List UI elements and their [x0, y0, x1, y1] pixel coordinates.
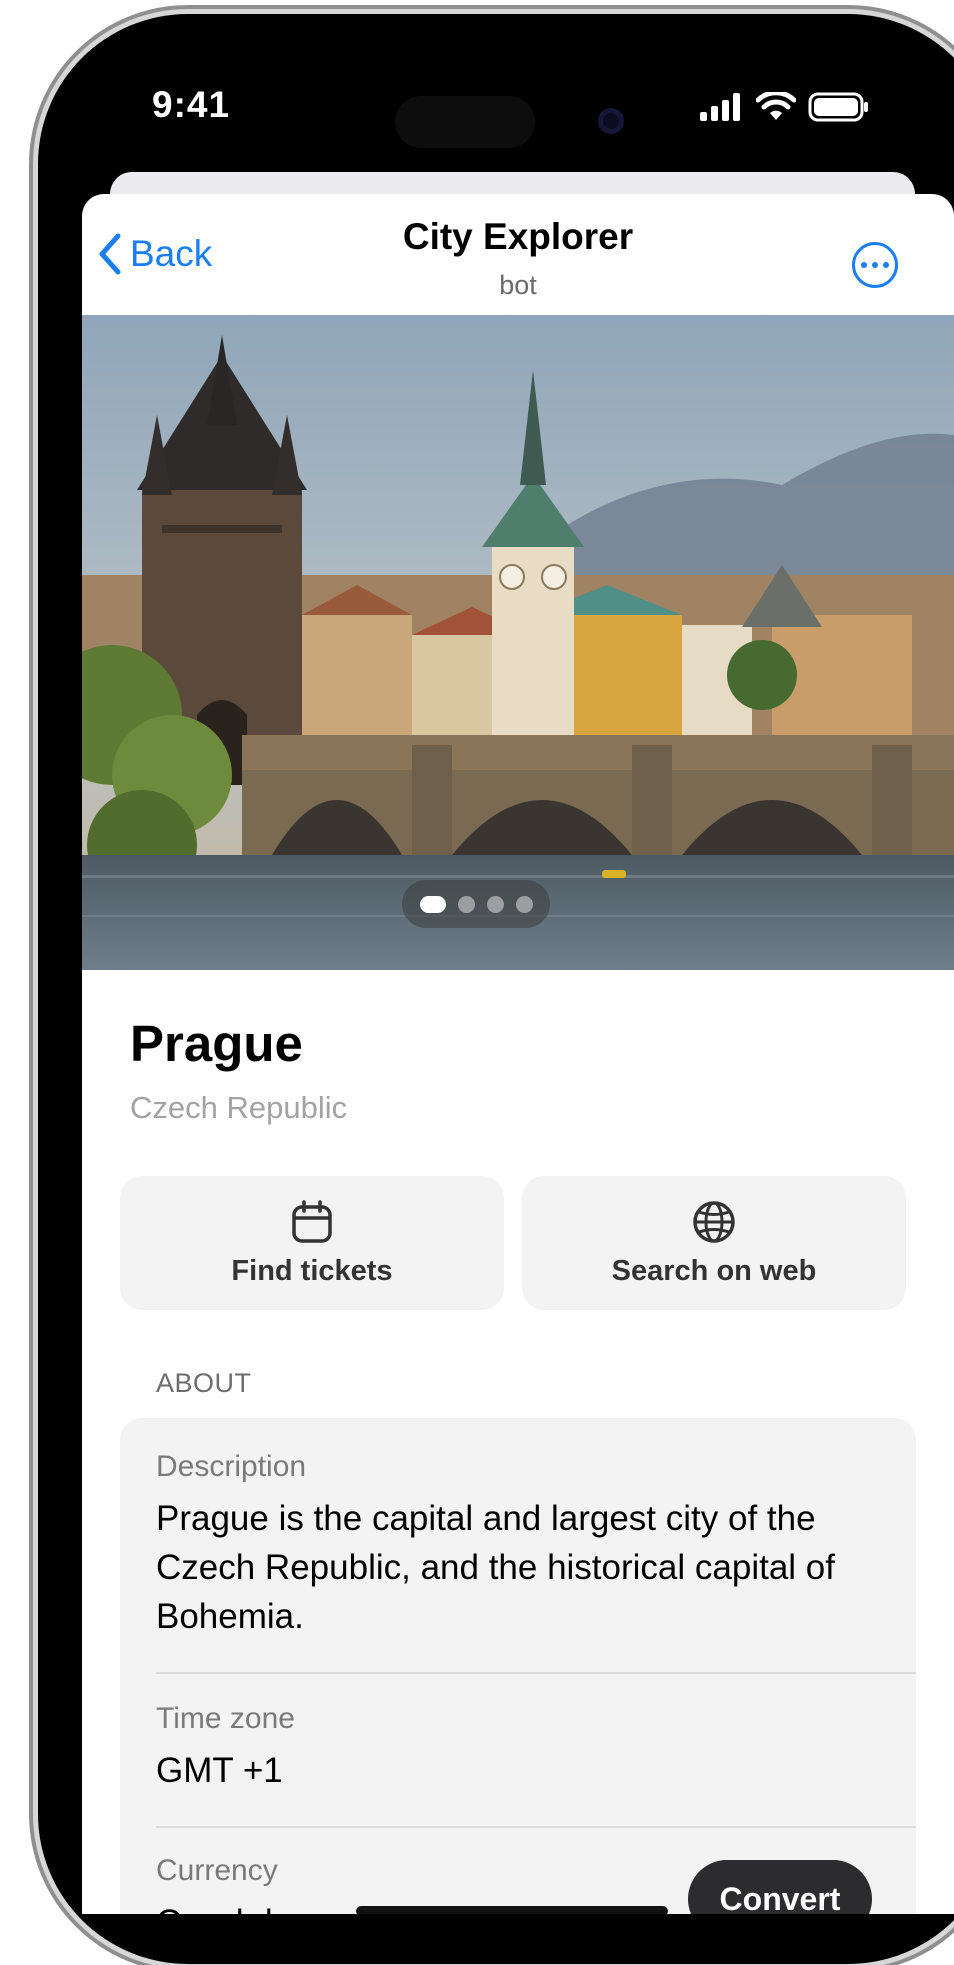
ellipsis-dot — [883, 262, 889, 268]
convert-button[interactable]: Convert — [688, 1860, 872, 1914]
timezone-row: Time zone GMT +1 — [156, 1702, 916, 1795]
navigation-bar: Back City Explorer bot — [82, 194, 954, 314]
volume-up-button — [30, 530, 38, 680]
description-label: Description — [156, 1450, 307, 1483]
globe-icon — [693, 1200, 735, 1243]
more-button[interactable] — [852, 242, 898, 288]
search-on-web-label: Search on web — [611, 1254, 817, 1287]
calendar-icon — [292, 1199, 332, 1243]
city-name: Prague — [130, 1015, 303, 1072]
battery-icon — [808, 92, 868, 122]
status-icons — [700, 92, 870, 122]
timezone-label: Time zone — [156, 1702, 295, 1735]
about-card: Description Prague is the capital and la… — [120, 1418, 916, 1914]
signal-icon — [700, 93, 740, 121]
pager-dot[interactable] — [515, 895, 533, 913]
status-time: 9:41 — [152, 84, 231, 125]
pager-dot[interactable] — [457, 895, 475, 913]
ellipsis-dot — [861, 262, 867, 268]
hero-photo — [82, 315, 954, 970]
divider — [156, 1672, 916, 1674]
country-name: Czech Republic — [130, 1090, 348, 1125]
search-on-web-button[interactable]: Search on web — [522, 1176, 906, 1310]
pager-dot[interactable] — [486, 895, 504, 913]
about-section-header: ABOUT — [156, 1368, 252, 1398]
page-title: City Explorer — [402, 216, 634, 257]
description-value: Prague is the capital and largest city o… — [156, 1499, 835, 1636]
find-tickets-button[interactable]: Find tickets — [120, 1176, 504, 1310]
page-subtitle: bot — [499, 270, 537, 300]
timezone-value: GMT +1 — [156, 1751, 283, 1790]
ellipsis-dot — [872, 262, 878, 268]
carousel-pager — [402, 880, 550, 928]
volume-down-button — [30, 720, 38, 870]
wifi-icon — [756, 92, 796, 120]
app-screen: Back City Explorer bot Prague Czech Repu… — [82, 194, 954, 1914]
find-tickets-label: Find tickets — [231, 1254, 393, 1287]
description-row: Description Prague is the capital and la… — [156, 1450, 846, 1641]
action-button — [30, 390, 38, 466]
dynamic-island — [395, 96, 535, 148]
home-indicator[interactable] — [356, 1906, 668, 1914]
hero-image-carousel[interactable] — [82, 315, 954, 970]
pager-dot[interactable] — [419, 895, 446, 913]
divider — [156, 1826, 916, 1828]
camera-icon — [598, 108, 624, 134]
